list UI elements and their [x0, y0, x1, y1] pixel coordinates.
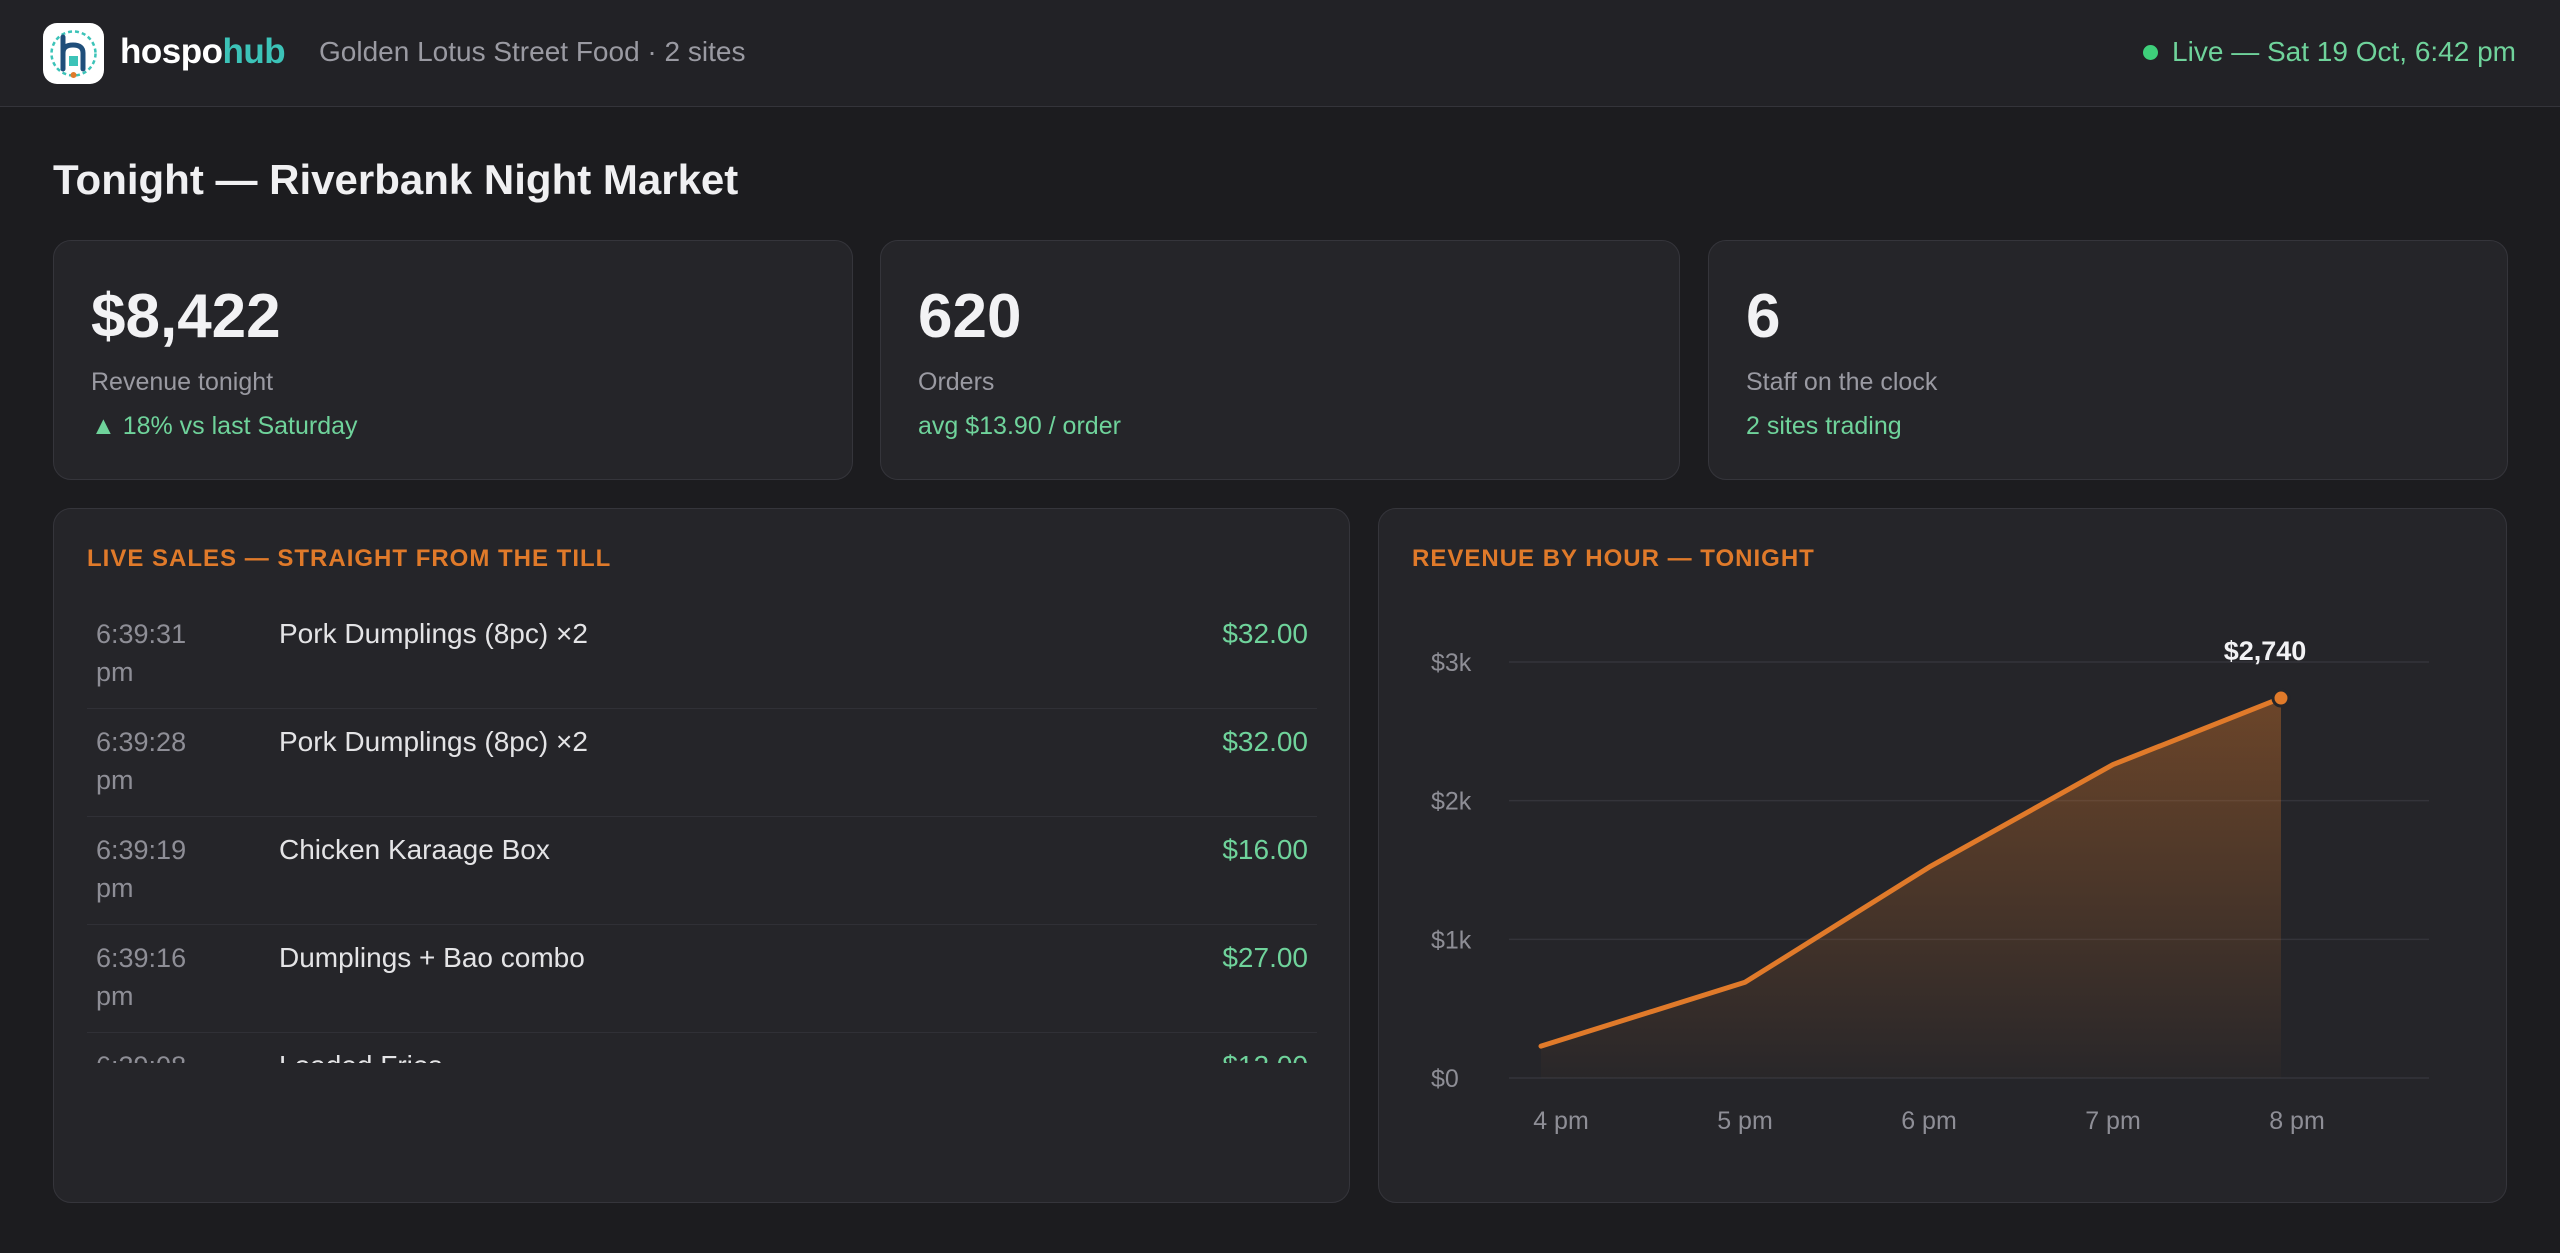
kpi-trend: ▲ 18% vs last Saturday	[91, 412, 358, 440]
sale-time: 6:39:08 pm	[96, 1047, 206, 1063]
sale-amount: $16.00	[1222, 834, 1308, 865]
kpi-card-staff: 6 Staff on the clock 2 sites trading	[1708, 240, 2508, 480]
sale-item: Loaded Fries	[279, 1047, 442, 1063]
x-tick-label: 6 pm	[1901, 1107, 1957, 1135]
live-sales-list[interactable]: 6:39:31 pm Pork Dumplings (8pc) ×2 $32.0…	[87, 601, 1317, 1063]
hospohub-logo-icon[interactable]	[43, 23, 104, 84]
y-tick-label: $3k	[1431, 649, 1472, 677]
peak-point[interactable]	[2271, 688, 2291, 708]
sale-time: 6:39:31 pm	[96, 619, 187, 687]
revenue-chart-panel: REVENUE BY HOUR — TONIGHT $0 $1k $2k $3k 4 …	[1378, 508, 2507, 1203]
x-tick-label: 4 pm	[1533, 1107, 1589, 1135]
sale-time: 6:39:16 pm	[96, 943, 187, 1011]
sale-time: 6:39:19 pm	[96, 835, 187, 903]
revenue-area	[1541, 698, 2281, 1078]
y-tick-label: $0	[1431, 1065, 1459, 1093]
y-tick-label: $1k	[1431, 926, 1472, 954]
kpi-card-revenue: $8,422 Revenue tonight ▲ 18% vs last Sat…	[53, 240, 853, 480]
sale-amount: $12.00	[1222, 1047, 1308, 1063]
y-axis: $0 $1k $2k $3k	[1431, 649, 1472, 1093]
kpi-label: Orders	[918, 368, 995, 396]
live-status-text: Live — Sat 19 Oct, 6:42 pm	[2172, 36, 2516, 67]
x-tick-label: 7 pm	[2085, 1107, 2141, 1135]
kpi-trend: avg $13.90 / order	[918, 412, 1121, 440]
revenue-chart[interactable]: $0 $1k $2k $3k 4 pm 5 pm 6 pm 7 pm 8 pm $2,740	[1379, 509, 2508, 1204]
live-sales-panel: LIVE SALES — STRAIGHT FROM THE TILL 6:39…	[53, 508, 1350, 1203]
sale-amount: $32.00	[1222, 618, 1308, 649]
sale-item: Pork Dumplings (8pc) ×2	[279, 618, 588, 649]
live-indicator-icon	[2143, 44, 2159, 60]
sale-row[interactable]: 6:39:31 pm Pork Dumplings (8pc) ×2 $32.0…	[87, 601, 1317, 709]
kpi-card-orders: 620 Orders avg $13.90 / order	[880, 240, 1680, 480]
brand-name[interactable]: hospohub	[120, 32, 286, 72]
x-tick-label: 5 pm	[1717, 1107, 1773, 1135]
top-bar: hospohub Golden Lotus Street Food · 2 si…	[0, 0, 2560, 107]
sale-time: 6:39:28 pm	[96, 727, 187, 795]
chart-markers	[2271, 688, 2291, 708]
x-tick-label: 8 pm	[2269, 1107, 2325, 1135]
sale-item: Dumplings + Bao combo	[279, 942, 585, 973]
brand-name-part2: hub	[222, 32, 286, 71]
sale-amount: $32.00	[1222, 726, 1308, 757]
kpi-label: Revenue tonight	[91, 368, 274, 396]
sale-row[interactable]: 6:39:08 pm Loaded Fries $12.00	[87, 1033, 1317, 1063]
sale-item: Pork Dumplings (8pc) ×2	[279, 726, 588, 757]
live-status: Live — Sat 19 Oct, 6:42 pm	[2143, 36, 2516, 68]
kpi-value: $8,422	[91, 282, 281, 351]
organisation-name: Golden Lotus Street Food · 2 sites	[319, 36, 746, 67]
x-axis: 4 pm 5 pm 6 pm 7 pm 8 pm	[1533, 1107, 2325, 1135]
kpi-value: 6	[1746, 282, 1781, 351]
peak-value-label: $2,740	[2224, 636, 2307, 666]
page-title: Tonight — Riverbank Night Market	[53, 156, 739, 203]
sale-item: Chicken Karaage Box	[279, 834, 550, 865]
sale-row[interactable]: 6:39:19 pm Chicken Karaage Box $16.00	[87, 817, 1317, 925]
brand-name-part1: hospo	[120, 32, 223, 71]
kpi-label: Staff on the clock	[1746, 368, 1938, 396]
kpi-value: 620	[918, 282, 1022, 351]
sale-row[interactable]: 6:39:28 pm Pork Dumplings (8pc) ×2 $32.0…	[87, 709, 1317, 817]
y-tick-label: $2k	[1431, 788, 1472, 816]
live-sales-title: LIVE SALES — STRAIGHT FROM THE TILL	[87, 545, 612, 572]
kpi-trend: 2 sites trading	[1746, 412, 1902, 440]
sale-amount: $27.00	[1222, 942, 1308, 973]
sale-row[interactable]: 6:39:16 pm Dumplings + Bao combo $27.00	[87, 925, 1317, 1033]
